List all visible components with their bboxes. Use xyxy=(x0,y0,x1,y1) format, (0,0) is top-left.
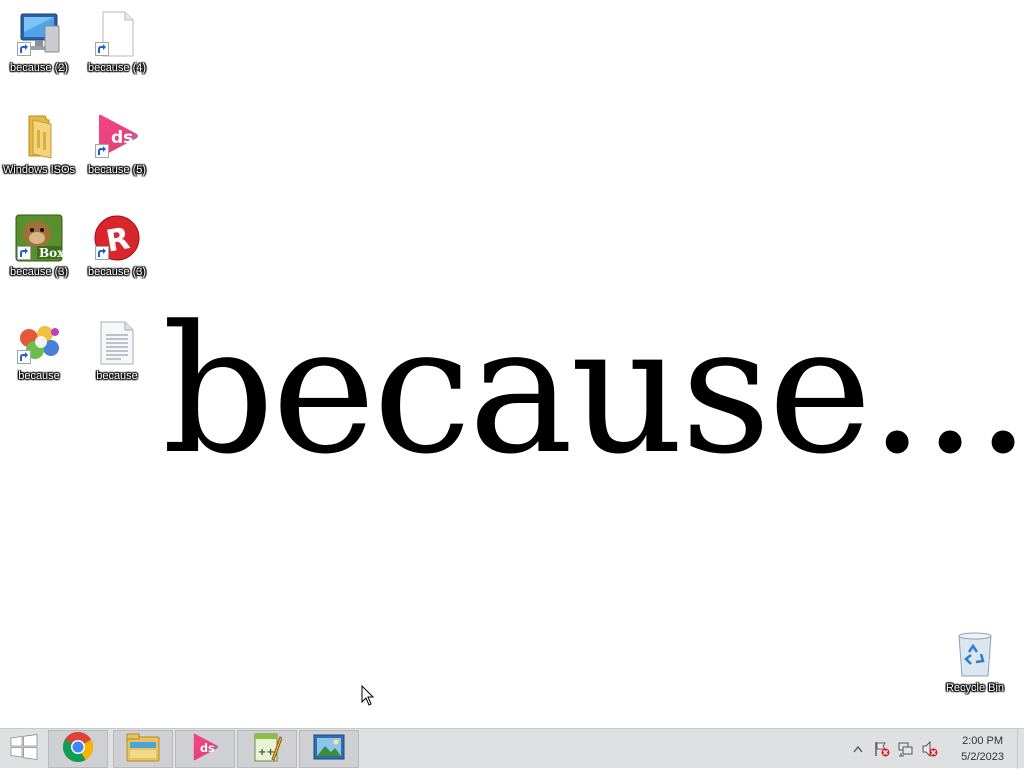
desktop-icon-label: because xyxy=(96,370,138,382)
taskbar-ds-app-button[interactable]: ds xyxy=(175,730,235,768)
shortcut-arrow-icon xyxy=(17,350,31,364)
action-center-flag-icon[interactable] xyxy=(874,741,890,757)
desktop-icon-windows-isos[interactable]: Windows ISOs xyxy=(2,112,76,177)
shortcut-arrow-icon xyxy=(17,42,31,56)
desktop-icon-label: because (4) xyxy=(87,62,147,74)
desktop-icon-recycle-bin[interactable]: Recycle Bin xyxy=(938,630,1012,695)
taskbar-file-explorer-button[interactable] xyxy=(113,730,173,768)
desktop-icon-label: Recycle Bin xyxy=(945,682,1005,694)
shortcut-arrow-icon xyxy=(95,246,109,260)
desktop-icon-because-4[interactable]: because (4) xyxy=(80,10,154,75)
shortcut-arrow-icon xyxy=(17,246,31,260)
box-game-icon: Box xyxy=(15,214,63,262)
blank-document-icon xyxy=(93,10,141,58)
shortcut-arrow-icon xyxy=(95,144,109,158)
windows-logo-icon xyxy=(10,734,38,764)
text-document-icon xyxy=(93,318,141,366)
desktop-icon-label: because xyxy=(18,370,60,382)
taskbar-chrome-button[interactable] xyxy=(48,730,108,768)
desktop-icon-label: Windows ISOs xyxy=(2,164,76,176)
roblox-icon: R xyxy=(93,214,141,262)
computer-icon xyxy=(15,10,63,58)
taskbar-clock[interactable]: 2:00 PM 5/2/2023 xyxy=(961,733,1004,765)
chrome-icon xyxy=(62,731,94,767)
taskbar-notepad-plus-plus-button[interactable]: ++ xyxy=(237,730,297,768)
svg-text:Box: Box xyxy=(39,246,63,260)
wallpaper-text: because... xyxy=(162,288,1024,493)
desktop-icon-because-text[interactable]: because xyxy=(80,318,154,383)
photo-viewer-icon xyxy=(313,734,345,764)
recycle-bin-icon xyxy=(951,630,999,678)
ds-app-icon: ds xyxy=(190,732,220,766)
show-desktop-button[interactable] xyxy=(1017,729,1024,769)
volume-muted-icon[interactable] xyxy=(922,741,938,757)
svg-text:ds: ds xyxy=(200,742,215,755)
desktop-icon-label: because (5) xyxy=(87,164,147,176)
desktop-icon-label: because (2) xyxy=(9,62,69,74)
game-collage-icon xyxy=(15,318,63,366)
mouse-cursor-icon xyxy=(361,684,375,711)
folder-icon xyxy=(15,112,63,160)
start-button[interactable] xyxy=(0,730,48,768)
desktop-icon-because-collage[interactable]: because xyxy=(2,318,76,383)
desktop-icon-label: because (3) xyxy=(9,266,69,278)
desktop-icon-because-5[interactable]: ds because (5) xyxy=(80,112,154,177)
file-explorer-icon xyxy=(126,732,160,766)
desktop-icon-label: because (3) xyxy=(87,266,147,278)
notepad-plus-plus-icon: ++ xyxy=(252,731,283,767)
desktop-icon-because-2[interactable]: because (2) xyxy=(2,10,76,75)
desktop-icon-because-3-box[interactable]: Box because (3) xyxy=(2,214,76,279)
taskbar-photo-viewer-button[interactable] xyxy=(299,730,359,768)
svg-text:++: ++ xyxy=(258,747,275,758)
shortcut-arrow-icon xyxy=(95,42,109,56)
clock-time: 2:00 PM xyxy=(962,735,1004,747)
desktop-icon-because-3-roblox[interactable]: R because (3) xyxy=(80,214,154,279)
ds-app-icon: ds xyxy=(93,112,141,160)
clock-date: 5/2/2023 xyxy=(961,751,1004,763)
taskbar: ds ++ 2:00 PM 5/2/2023 xyxy=(0,728,1024,769)
svg-text:ds: ds xyxy=(111,128,133,148)
show-hidden-icons-icon[interactable] xyxy=(850,741,866,757)
desktop[interactable]: because (2) because (4) Windows ISOs ds … xyxy=(0,0,1024,728)
network-icon[interactable] xyxy=(898,741,914,757)
